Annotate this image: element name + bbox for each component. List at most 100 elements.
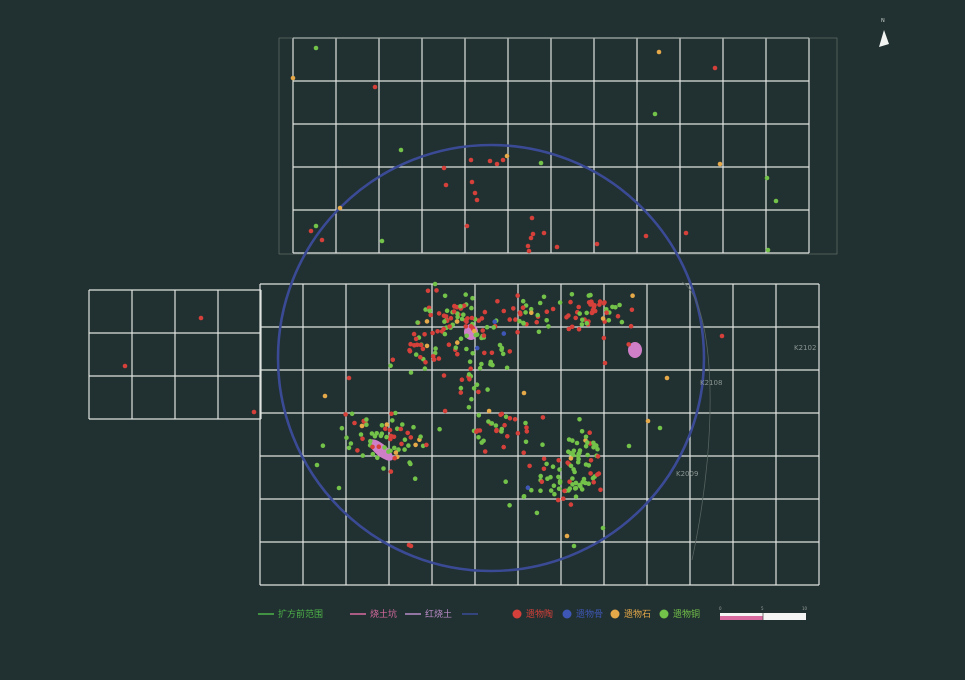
artifact-point [482,449,488,454]
north-arrow-icon: N [879,18,889,47]
legend-label: 遗物铜 [673,608,700,620]
artifact-point [503,479,509,485]
artifact-point [534,510,540,516]
excavation-grid [88,37,838,586]
artifact-point [577,417,582,422]
artifact-point [541,230,547,236]
artifact-point [358,432,364,437]
artifact-point [587,430,592,436]
artifact-point [515,430,521,436]
artifact-point [346,375,352,381]
artifact-point [523,310,528,315]
artifact-point [591,440,596,446]
artifact-point [577,311,582,316]
artifact-point [427,308,433,314]
artifact-point [464,333,470,339]
artifact-point [469,315,475,321]
artifact-point [436,311,442,316]
artifact-point [398,426,404,432]
artifact-point [568,456,574,461]
artifact-point [626,443,632,449]
artifact-point [529,215,535,221]
artifact-point [507,317,512,322]
artifact-point [584,320,590,326]
artifact-point [501,308,507,314]
artifact-point [525,485,531,491]
artifact-point [557,467,562,472]
artifact-point [575,453,581,459]
artifact-point [590,307,596,313]
artifact-point [388,469,394,474]
artifact-point [387,427,393,433]
artifact-point [370,444,375,450]
grid-block [259,283,820,586]
legend-dot-swatch [659,609,669,619]
artifact-point [719,333,725,339]
artifact-point [629,307,635,313]
artifact-point [594,241,600,247]
artifact-point [348,441,354,446]
artifact-point [571,543,577,549]
artifact-point [490,362,495,368]
artifact-point [390,357,396,363]
artifact-point [575,459,581,465]
artifact-point [569,324,575,330]
artifact-point [414,342,420,348]
artifact-point [482,309,488,315]
artifact-point [424,442,429,448]
artifact-point [556,474,561,480]
artifact-point [466,405,472,410]
artifact-point [596,471,602,476]
grid-tag: K2009 [676,470,698,478]
top-block-frame [278,37,838,255]
artifact-point [764,175,770,181]
artifact-point [613,305,618,310]
artifact-point [564,315,569,320]
legend-dot-swatch [562,609,572,619]
artifact-point [408,341,413,347]
artifact-point [461,312,466,318]
artifact-point [576,304,581,310]
artifact-point [601,335,607,341]
artifact-point [392,455,398,461]
artifact-point [418,355,423,360]
artifact-point [619,319,625,325]
artifact-point [441,326,447,332]
artifact-point [482,350,487,356]
artifact-point [557,300,563,305]
artifact-point [485,387,490,392]
artifact-point [602,360,608,366]
artifact-point [525,243,531,249]
artifact-point [308,228,314,234]
artifact-point [507,416,513,421]
artifact-point [492,319,498,325]
artifact-point [444,308,450,314]
artifact-point [474,345,480,351]
artifact-point [570,438,575,443]
legend-item: 烧土坑 [350,608,397,620]
artifact-point [424,319,430,324]
artifact-point [469,179,475,185]
artifact-point [545,476,550,482]
artifact-point [521,494,527,499]
artifact-point [313,45,319,51]
artifact-point [544,461,549,467]
artifact-point [562,488,567,494]
artifact-point [499,411,505,417]
artifact-point [561,496,566,502]
artifact-point [598,487,603,493]
artifact-point [581,476,587,482]
artifact-point [535,312,540,318]
artifact-point [375,455,380,461]
artifact-point [455,340,460,345]
artifact-point [443,182,449,188]
artifact-point [481,333,487,338]
artifact-point [464,346,469,352]
artifact-point [458,385,464,391]
artifact-point [502,422,507,428]
artifact-point [425,288,431,294]
artifact-point [556,486,562,492]
artifact-point [435,329,440,334]
artifact-point [436,356,442,361]
artifact-point [468,366,474,372]
